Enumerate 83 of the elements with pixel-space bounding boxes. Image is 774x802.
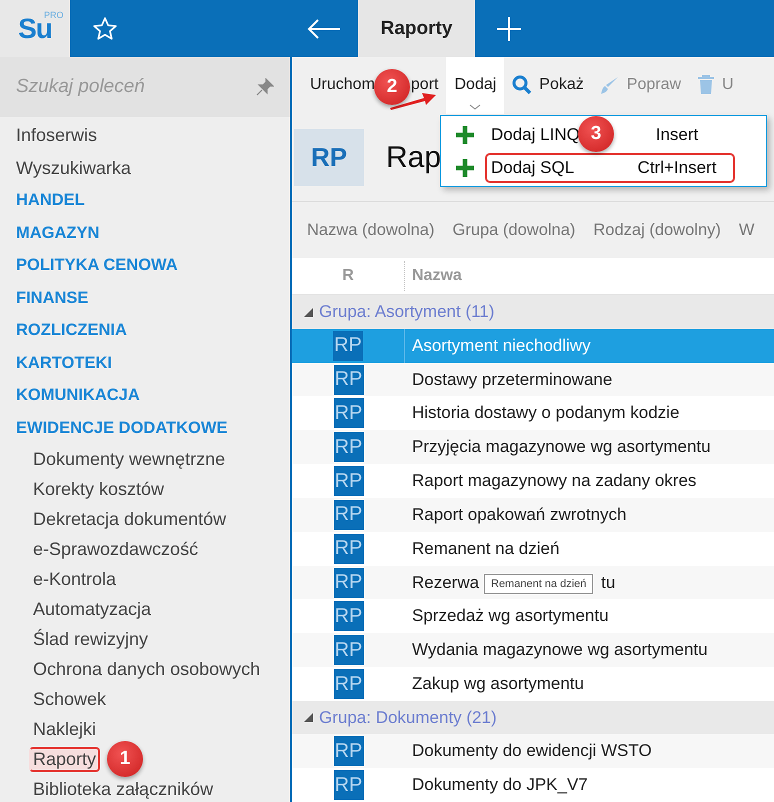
table-row[interactable]: RP Raport opakowań zwrotnych	[292, 498, 774, 532]
report-tile: RP	[334, 500, 364, 530]
callout-arrow	[390, 93, 436, 110]
toolbar-button[interactable]: Dodaj	[446, 57, 504, 114]
table-row[interactable]: RP Dostawy przeterminowane	[292, 362, 774, 396]
search-icon	[512, 75, 532, 96]
plus-icon	[455, 124, 475, 144]
report-tile: RP	[334, 736, 364, 766]
table-cell-text: Rezerwa	[411, 572, 480, 593]
table-cell-text: Dokumenty do JPK_V7	[411, 775, 588, 796]
filter-field[interactable]: Rodzaj (dowolny)	[593, 220, 721, 240]
table-cell-text: Przyjęcia magazynowe wg asortymentu	[411, 437, 711, 458]
star-icon[interactable]	[92, 16, 118, 42]
report-tile: RP	[334, 432, 364, 462]
filter-field[interactable]: Nazwa (dowolna)	[307, 220, 434, 240]
table-row[interactable]: RP Remanent na dzień	[292, 532, 774, 566]
table-cell-text: Raport magazynowy na zadany okres	[411, 471, 696, 492]
report-tile: RP	[333, 330, 363, 361]
sidebar-item[interactable]: e-Kontrola	[29, 566, 120, 592]
sidebar-item[interactable]: Infoserwis	[0, 119, 290, 152]
sidebar-item[interactable]: Raporty	[29, 746, 100, 772]
tab[interactable]: Raporty	[358, 0, 475, 57]
plus-icon	[455, 158, 475, 178]
table-row[interactable]: RP Sprzedaż wg asortymentu	[292, 599, 774, 634]
table-cell-text: Remanent na dzień	[411, 538, 560, 559]
report-tile: RP	[334, 466, 364, 496]
arrow-left-icon	[307, 18, 341, 38]
brush-icon	[600, 75, 620, 96]
pin-icon[interactable]	[256, 78, 274, 96]
trash-icon	[697, 75, 716, 96]
table-cell-text: Asortyment niechodliwy	[411, 336, 591, 356]
sidebar-item[interactable]: Ślad rewizyjny	[29, 626, 152, 652]
search-field[interactable]: Szukaj poleceń	[0, 57, 290, 117]
filter-field[interactable]: Grupa (dowolna)	[452, 220, 576, 240]
report-tile: RP	[334, 364, 364, 394]
toolbar-button[interactable]: Pokaż	[504, 57, 592, 114]
group-label: Grupa: Dokumenty (21)	[319, 708, 497, 728]
table-row[interactable]: RP Dokumenty do ewidencji WSTO	[292, 734, 774, 768]
report-tile: RP	[294, 129, 364, 186]
page-title: Rap	[386, 140, 442, 175]
collapse-icon[interactable]	[304, 713, 313, 722]
table-cell-text: Wydania magazynowe wg asortymentu	[411, 640, 708, 660]
table-row[interactable]: RP Dokumenty do JPK_V7	[292, 768, 774, 802]
step-badge: 1	[107, 741, 143, 777]
report-tile: RP	[334, 568, 364, 598]
sidebar-item[interactable]: Ochrona danych osobowych	[29, 656, 264, 682]
sidebar-item[interactable]: Schowek	[29, 686, 110, 712]
filter-field[interactable]: W	[738, 220, 754, 240]
table-row[interactable]: RP Rezerwa Remanent na dzień tu	[292, 566, 774, 600]
sidebar-item[interactable]: Naklejki	[29, 716, 100, 742]
table-cell-text: Dokumenty do ewidencji WSTO	[411, 741, 652, 762]
report-tile: RP	[334, 398, 364, 428]
report-tile: RP	[334, 669, 364, 700]
table-cell-text: Dostawy przeterminowane	[411, 370, 612, 390]
sidebar-item[interactable]: e-Sprawozdawczość	[29, 536, 202, 562]
table-cell-text: Historia dostawy o podanym kodzie	[411, 403, 680, 424]
report-tile: RP	[334, 601, 364, 632]
report-tile: RP	[334, 770, 364, 800]
caret-icon	[469, 104, 482, 110]
step-badge: 2	[374, 69, 410, 105]
collapse-icon[interactable]	[304, 308, 313, 317]
plus-icon	[496, 16, 522, 42]
table-cell-text: Sprzedaż wg asortymentu	[411, 606, 609, 626]
report-tile: RP	[334, 635, 364, 666]
sidebar-item[interactable]: Dokumenty wewnętrzne	[29, 446, 230, 472]
sidebar-item[interactable]: Biblioteka załączników	[29, 776, 218, 802]
table-row[interactable]: RP Przyjęcia magazynowe wg asortymentu	[292, 430, 774, 464]
group-label: Grupa: Asortyment (11)	[319, 302, 494, 322]
sidebar-item[interactable]: Automatyzacja	[29, 596, 156, 622]
sidebar-item[interactable]: Korekty kosztów	[29, 476, 168, 502]
menu-item[interactable]: Dodaj SQL Ctrl+Insert	[485, 152, 735, 182]
table-row[interactable]: RP Zakup wg asortymentu	[292, 667, 774, 702]
table-row[interactable]: RP Wydania magazynowe wg asortymentu	[292, 633, 774, 668]
report-tile: RP	[334, 534, 364, 564]
table-cell-text: Zakup wg asortymentu	[411, 674, 584, 694]
sidebar-item[interactable]: Dekretacja dokumentów	[29, 506, 230, 532]
table-row[interactable]: RP Raport magazynowy na zadany okres	[292, 464, 774, 498]
sidebar-item[interactable]: Wyszukiwarka	[0, 152, 290, 184]
tooltip: Remanent na dzień	[484, 574, 594, 594]
table-cell-text: Raport opakowań zwrotnych	[411, 504, 627, 525]
table-row[interactable]: RP Historia dostawy o podanym kodzie	[292, 396, 774, 430]
table-cell: tu	[601, 572, 616, 593]
step-badge: 3	[578, 116, 614, 152]
